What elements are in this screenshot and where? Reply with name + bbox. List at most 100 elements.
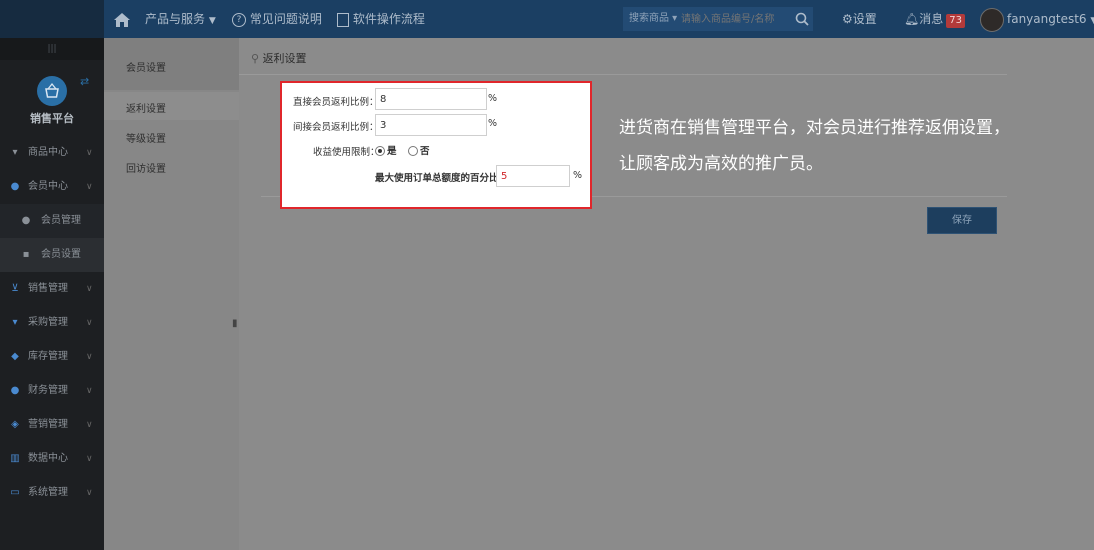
settings-link[interactable]: ⚙设置 [842,0,877,38]
annotation-line-1: 进货商在销售管理平台，对会员进行推荐返佣设置， [619,118,1010,138]
bar-chart-icon: ▥ [10,453,20,464]
percent-unit: % [573,170,583,181]
sidebar-item-member-manage[interactable]: ● 会员管理 [0,204,104,238]
tag-icon: ◈ [11,419,19,430]
sidebar-item-label: 营销管理 [28,419,68,430]
question-icon: ? [232,12,246,27]
sidebar-item-member-settings[interactable]: ▪ 会员设置 [0,238,104,272]
settings-card-icon: ▪ [22,249,30,260]
sidebar-item-label: 销售管理 [28,283,68,294]
sidebar-item-label: 会员中心 [28,181,68,192]
search-box: 搜索商品 ▾ [623,7,813,31]
messages-count-badge: 73 [946,14,965,28]
search-input[interactable] [681,9,806,29]
chevron-down-icon: ▼ [208,16,216,26]
sidebar-item-sales[interactable]: ⊻ 销售管理 ∨ [0,272,104,306]
percent-unit: % [488,93,498,104]
sidebar-item-purchase[interactable]: ▾ 采购管理 ∨ [0,306,104,340]
location-pin-icon: ⚲ [251,52,260,65]
sidebar-item-goods-center[interactable]: ▾ 商品中心 ∨ [0,136,104,170]
max-percent-input[interactable] [496,165,570,187]
basket-icon: ▾ [12,147,18,158]
chevron-down-icon: ∨ [86,420,93,430]
gear-icon: ⚙ [842,12,853,26]
messages-label: 消息 [919,12,944,26]
chevron-down-icon: ∨ [86,182,93,192]
subnav-item-level[interactable]: 等级设置 [126,130,166,145]
sidebar-item-inventory[interactable]: ◆ 库存管理 ∨ [0,340,104,374]
percent-unit: % [488,118,498,129]
username: fanyangtest6 [1007,12,1087,26]
limit-yes-label: 是 [387,146,397,157]
divider [239,74,1007,75]
chevron-down-icon: ∨ [86,284,93,294]
chevron-down-icon: ∨ [86,488,93,498]
sidebar-item-label: 数据中心 [28,453,68,464]
subnav-selected-bg [104,92,239,120]
users-icon: ● [21,215,31,226]
avatar[interactable] [980,8,1004,32]
breadcrumb-label: 返利设置 [262,52,307,65]
cart-icon: ⊻ [11,283,19,294]
bell-icon: 🔔︎ [904,12,920,26]
sidebar-item-label: 商品中心 [28,147,68,158]
indirect-rebate-label: 间接会员返利比例： [293,122,379,133]
search-icon[interactable] [795,7,817,31]
coin-icon: ● [10,385,20,396]
user-menu[interactable]: fanyangtest6 ▼ [1007,0,1094,38]
subnav-title: 会员设置 [126,63,166,74]
limit-no-label: 否 [420,146,430,157]
platform-logo-icon [37,76,67,106]
chevron-down-icon: ∨ [86,148,93,158]
settings-label: 设置 [852,12,877,26]
faq-label: 常见问题说明 [249,12,322,26]
home-icon[interactable] [113,0,131,38]
faq-link[interactable]: ? 常见问题说明 [232,0,322,38]
platform-title: 销售平台 [30,112,74,125]
sidebar-item-system[interactable]: ▭ 系统管理 ∨ [0,476,104,510]
subnav-item-revisit[interactable]: 回访设置 [126,160,166,175]
sidebar-item-label: 财务管理 [28,385,68,396]
sidebar-item-member-center[interactable]: ● 会员中心 ∨ [0,170,104,204]
subnav-panel: 会员设置 返利设置 等级设置 回访设置 [104,38,239,550]
chevron-down-icon: ▼ [1090,16,1094,26]
user-icon: ● [10,181,20,192]
sidebar-item-marketing[interactable]: ◈ 营销管理 ∨ [0,408,104,442]
breadcrumb: ⚲ 返利设置 [251,50,307,66]
sidebar-item-label: 库存管理 [28,351,68,362]
direct-rebate-input[interactable] [375,88,487,110]
top-bar-brand-zone [0,0,104,38]
chevron-down-icon: ∨ [86,454,93,464]
sidebar-collapse-handle[interactable]: ||| [0,38,104,60]
chevron-down-icon: ∨ [86,318,93,328]
sidebar-item-data-center[interactable]: ▥ 数据中心 ∨ [0,442,104,476]
sidebar-item-label: 采购管理 [28,317,68,328]
rebate-form-panel: 直接会员返利比例： % 间接会员返利比例： % 收益使用限制： 是 否 最大使用… [280,81,592,209]
sidebar-item-label: 系统管理 [28,487,68,498]
save-button[interactable]: 保存 [927,207,997,234]
switch-arrows-icon[interactable]: ⇄ [80,75,89,88]
max-percent-label: 最大使用订单总额度的百分比 [375,173,499,184]
box-icon: ◆ [11,351,19,362]
subnav-item-rebate[interactable]: 返利设置 [126,100,166,115]
side-tool-icon[interactable]: ▮ [232,318,240,334]
chevron-down-icon: ∨ [86,386,93,396]
products-menu-label: 产品与服务 [145,12,206,26]
messages-link[interactable]: 🔔︎消息 73 [904,0,965,38]
sidebar-item-finance[interactable]: ● 财务管理 ∨ [0,374,104,408]
flow-link[interactable]: 软件操作流程 [337,0,425,38]
sidebar: ||| ⇄ 销售平台 ▾ 商品中心 ∨ ● 会员中心 ∨ ● 会员管理 ▪ 会员… [0,38,104,550]
subnav-header: 会员设置 [104,38,239,90]
limit-no-radio[interactable] [408,146,418,156]
indirect-rebate-input[interactable] [375,114,487,136]
limit-yes-radio[interactable] [375,146,385,156]
document-icon [337,12,349,27]
products-menu[interactable]: 产品与服务 ▼ [145,0,216,38]
chevron-down-icon: ∨ [86,352,93,362]
annotation-line-2: 让顾客成为高效的推广员。 [619,154,823,174]
sidebar-item-label: 会员设置 [41,249,81,260]
purchase-basket-icon: ▾ [12,317,18,328]
search-category-select[interactable]: 搜索商品 ▾ [629,7,677,31]
top-bar: 产品与服务 ▼ ? 常见问题说明 软件操作流程 搜索商品 ▾ ⚙设置 🔔︎消息7… [0,0,1094,38]
sidebar-item-label: 会员管理 [41,215,81,226]
